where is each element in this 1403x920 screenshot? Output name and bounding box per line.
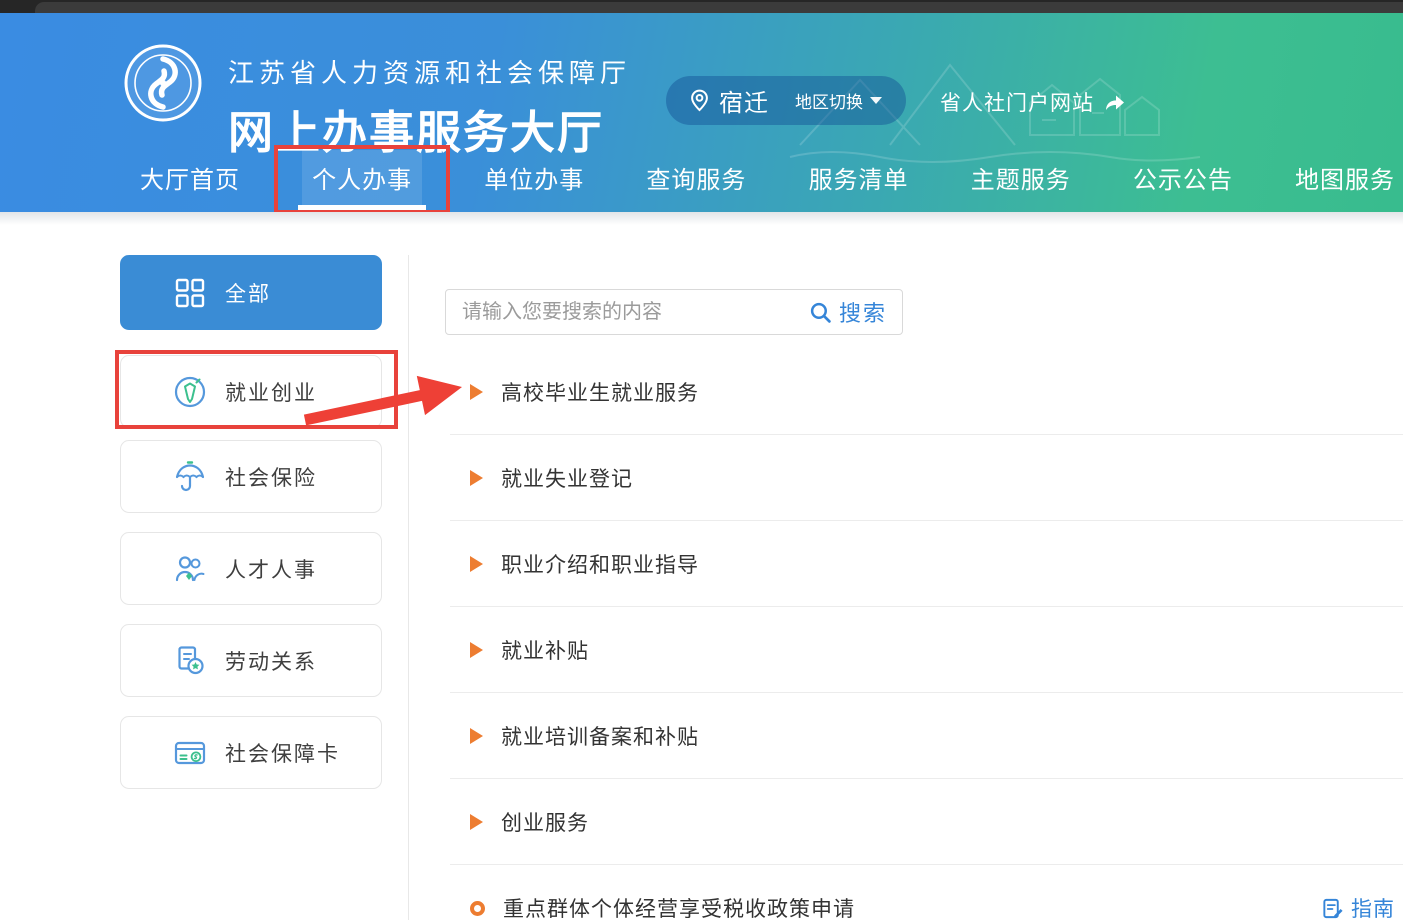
service-label: 就业失业登记 [501, 467, 633, 491]
social-card-icon [174, 741, 206, 764]
search-input[interactable] [446, 300, 803, 324]
provincial-portal-link[interactable]: 省人社门户网站 [940, 87, 1127, 117]
location-pill: 宿迁 地区切换 [666, 76, 906, 125]
sidebar-item-label: 社会保险 [225, 466, 317, 490]
service-label: 就业补贴 [501, 639, 589, 663]
service-row-startup-service[interactable]: 创业服务 [450, 779, 1403, 865]
region-switch-button[interactable]: 地区切换 [795, 88, 882, 113]
site-header: 江苏省人力资源和社会保障厅 网上办事服务大厅 宿迁 地区切换 省人社门户网站 大… [0, 13, 1403, 212]
service-row-graduate[interactable]: 高校毕业生就业服务 [450, 349, 1403, 435]
nav-item-query[interactable]: 查询服务 [646, 150, 746, 212]
portal-link-label: 省人社门户网站 [940, 92, 1094, 115]
sidebar-item-labor-relations[interactable]: 劳动关系 [120, 624, 382, 697]
nav-item-service-list[interactable]: 服务清单 [809, 150, 909, 212]
triangle-bullet-icon [470, 469, 483, 486]
service-label: 创业服务 [501, 811, 589, 835]
nav-item-home[interactable]: 大厅首页 [140, 150, 240, 212]
sidebar-item-label: 劳动关系 [225, 650, 317, 674]
agency-logo [124, 44, 202, 122]
service-label: 就业培训备案和补贴 [501, 725, 699, 749]
service-row-employment-subsidy[interactable]: 就业补贴 [450, 607, 1403, 693]
sidebar-item-label: 人才人事 [225, 558, 317, 582]
nav-item-announcement[interactable]: 公示公告 [1133, 150, 1233, 212]
service-panel: 搜索 高校毕业生就业服务 就业失业登记 职业介绍和职业指导 就业补贴 就业培训备… [445, 289, 1403, 920]
service-row-career-guidance[interactable]: 职业介绍和职业指导 [450, 521, 1403, 607]
search-button[interactable]: 搜索 [803, 296, 902, 328]
chevron-down-icon [870, 97, 882, 104]
sidebar-item-social-card[interactable]: 社会保障卡 [120, 716, 382, 789]
document-star-icon [178, 645, 204, 674]
nav-item-map[interactable]: 地图服务 [1295, 150, 1395, 212]
sidebar-item-employment[interactable]: 就业创业 [115, 350, 398, 429]
sidebar-item-label: 全部 [225, 282, 271, 306]
nav-item-unit[interactable]: 单位办事 [484, 150, 584, 212]
sidebar-item-talent[interactable]: 人才人事 [120, 532, 382, 605]
active-tab-underline [298, 205, 427, 211]
service-row-tax-policy[interactable]: 重点群体个体经营享受税收政策申请 指南 [450, 865, 1403, 920]
triangle-bullet-icon [470, 555, 483, 572]
content-divider [408, 255, 409, 920]
location-pin-icon [690, 89, 709, 112]
sidebar-item-label: 社会保障卡 [225, 742, 340, 766]
sidebar-item-social-insurance[interactable]: 社会保险 [120, 440, 382, 513]
guide-document-icon [1323, 898, 1343, 918]
circle-bullet-icon [470, 900, 485, 916]
guide-link-label: 指南 [1351, 898, 1395, 920]
nav-item-personal[interactable]: 个人办事 [274, 145, 451, 212]
header-shadow [0, 212, 1403, 225]
sidebar-item-label: 就业创业 [225, 381, 317, 405]
service-list: 高校毕业生就业服务 就业失业登记 职业介绍和职业指导 就业补贴 就业培训备案和补… [450, 349, 1403, 920]
umbrella-icon [175, 460, 205, 491]
tie-badge-icon [174, 376, 206, 407]
agency-name: 江苏省人力资源和社会保障厅 [228, 58, 632, 88]
search-bar: 搜索 [445, 289, 903, 335]
region-switch-label: 地区切换 [795, 93, 863, 112]
service-label: 高校毕业生就业服务 [501, 381, 699, 405]
nav-item-personal-label: 个人办事 [312, 167, 413, 194]
triangle-bullet-icon [470, 641, 483, 658]
triangle-bullet-icon [470, 813, 483, 830]
guide-link[interactable]: 指南 [1321, 893, 1395, 920]
browser-chrome-edge [0, 0, 1403, 13]
service-label: 重点群体个体经营享受税收政策申请 [503, 898, 855, 920]
service-label: 职业介绍和职业指导 [501, 553, 699, 577]
triangle-bullet-icon [470, 383, 483, 400]
search-button-label: 搜索 [838, 301, 887, 326]
nav-item-theme[interactable]: 主题服务 [971, 150, 1071, 212]
main-navigation: 大厅首页 个人办事 单位办事 查询服务 服务清单 主题服务 公示公告 地图服务 [140, 145, 1395, 212]
browser-tab-strip [35, 2, 1403, 13]
external-link-icon [1106, 95, 1124, 110]
service-row-training-subsidy[interactable]: 就业培训备案和补贴 [450, 693, 1403, 779]
people-icon [175, 555, 205, 581]
grid-icon [175, 278, 205, 307]
current-city: 宿迁 [719, 90, 769, 117]
search-icon [810, 302, 831, 323]
service-row-unemployment-register[interactable]: 就业失业登记 [450, 435, 1403, 521]
triangle-bullet-icon [470, 727, 483, 744]
sidebar-item-all[interactable]: 全部 [120, 255, 382, 330]
category-sidebar: 全部 就业创业 社会保险 人才人事 劳动关系 社会保障卡 [115, 255, 398, 808]
brand-block: 江苏省人力资源和社会保障厅 网上办事服务大厅 [228, 53, 631, 161]
